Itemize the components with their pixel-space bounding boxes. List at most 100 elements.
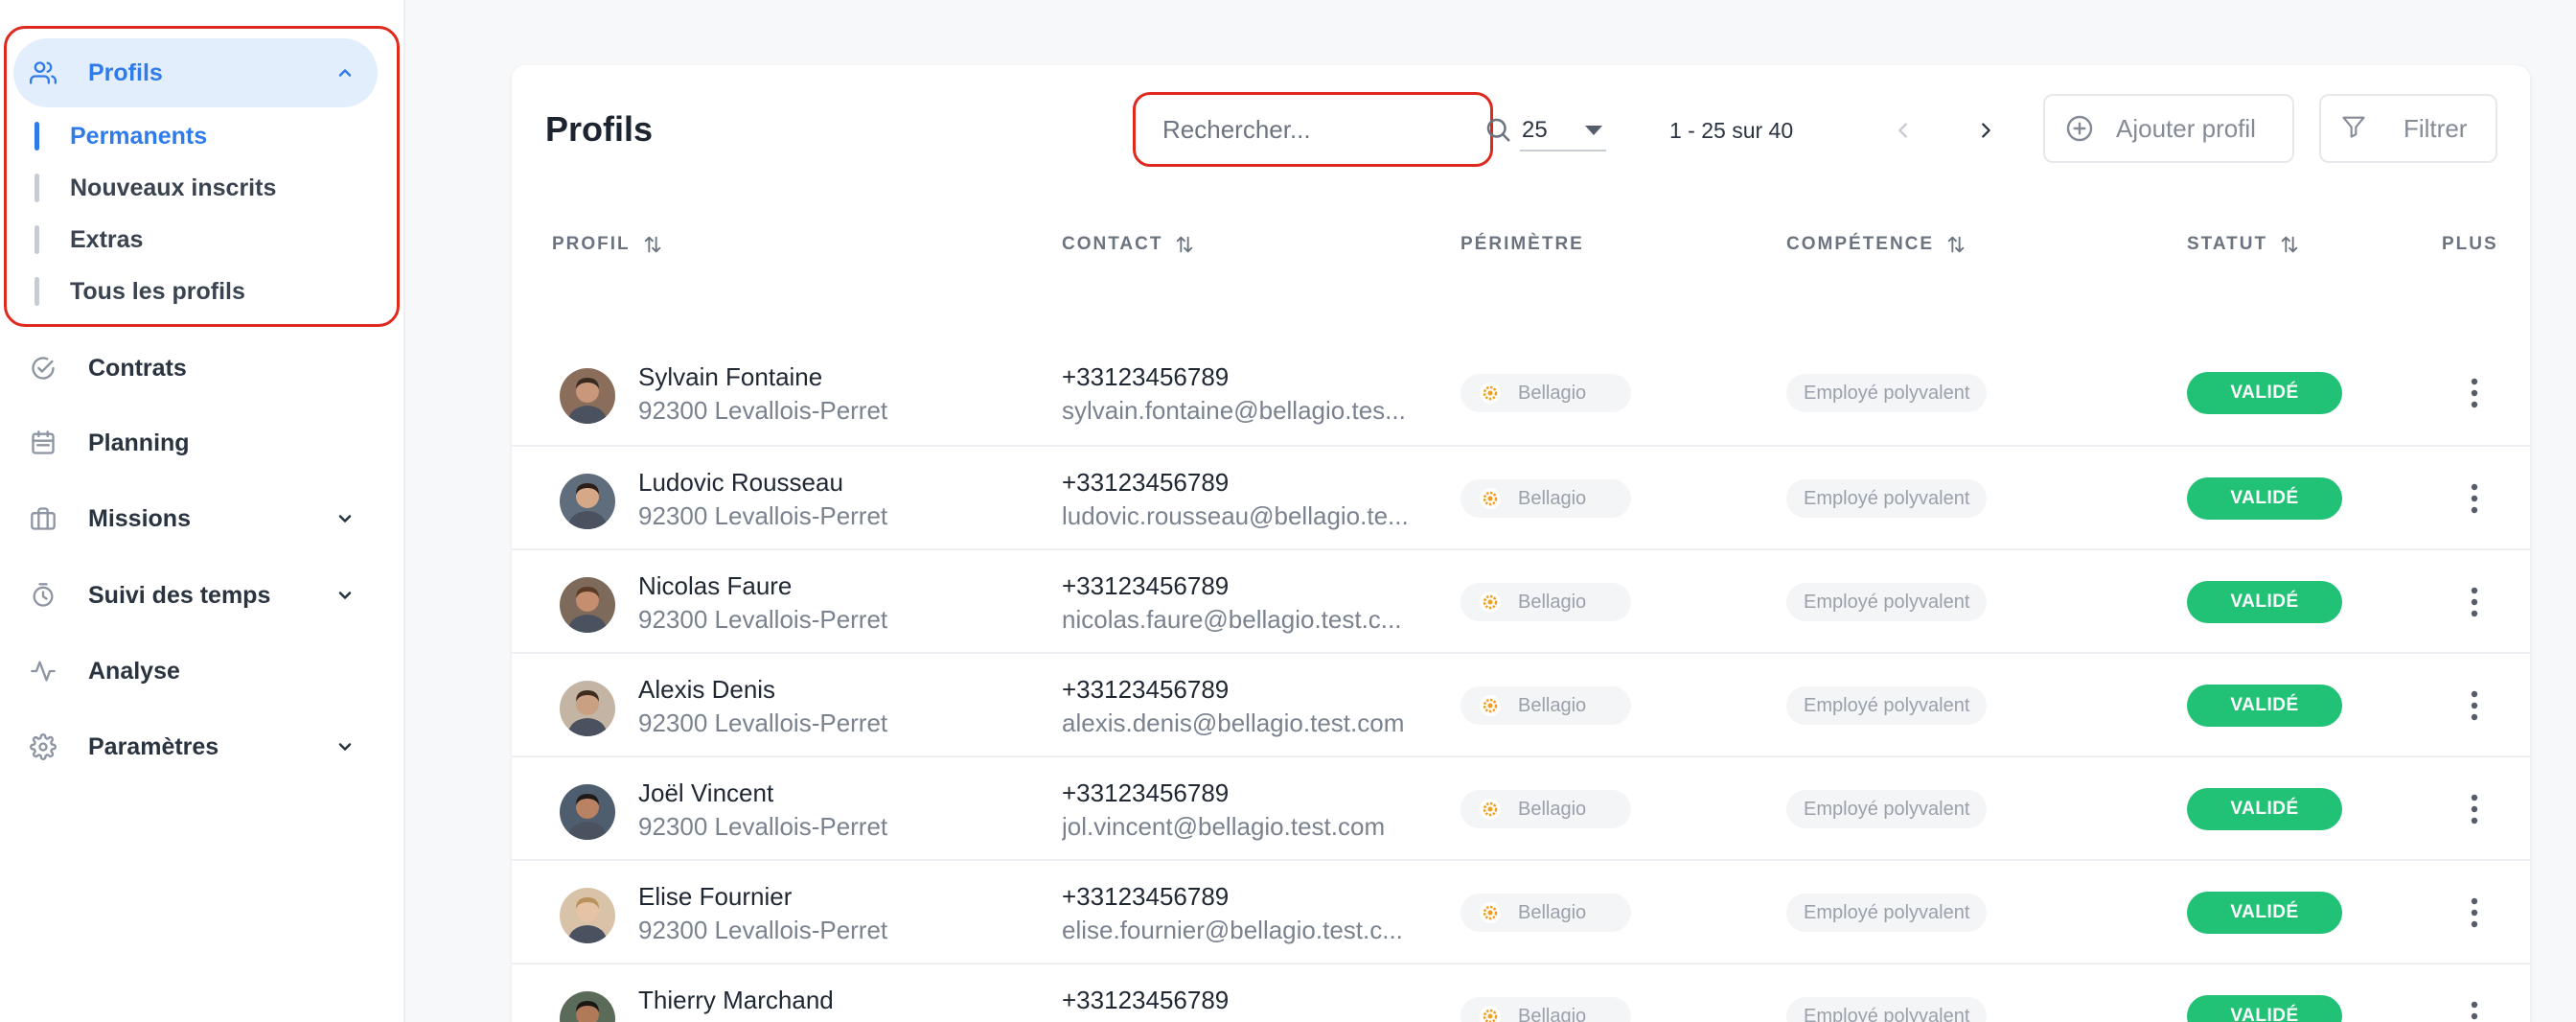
caret-down-icon <box>1585 126 1602 135</box>
kebab-menu-icon <box>2471 587 2478 617</box>
perimeter-chip: Bellagio <box>1460 686 1631 725</box>
profile-address: 92300 Levallois-Perret <box>638 708 888 737</box>
stopwatch-icon <box>29 581 58 610</box>
table-row[interactable]: Sylvain Fontaine 92300 Levallois-Perret … <box>512 341 2530 445</box>
more-options-button[interactable] <box>2455 786 2494 832</box>
more-options-button[interactable] <box>2455 890 2494 936</box>
status-badge: VALIDÉ <box>2187 892 2342 934</box>
profile-address: 92300 Levallois-Perret <box>638 812 888 841</box>
active-indicator <box>34 122 39 151</box>
filter-label: Filtrer <box>2404 113 2468 143</box>
competence-chip: Employé polyvalent <box>1786 997 1988 1022</box>
column-header-competence[interactable]: COMPÉTENCE <box>1786 230 1966 259</box>
profile-name[interactable]: Joël Vincent <box>638 778 773 808</box>
column-title: PROFIL <box>552 234 631 254</box>
kebab-menu-icon <box>2471 483 2478 514</box>
sidebar-subitem-extras[interactable]: Extras <box>34 221 360 259</box>
status-badge: VALIDÉ <box>2187 788 2342 830</box>
profile-name[interactable]: Thierry Marchand <box>638 986 834 1015</box>
more-options-button[interactable] <box>2455 476 2494 522</box>
table-row[interactable]: Thierry Marchand 92300 Levallois-Perret … <box>512 963 2530 1022</box>
search-box[interactable] <box>1133 92 1510 167</box>
next-page-button[interactable] <box>1966 109 2005 151</box>
status-badge: VALIDÉ <box>2187 477 2342 520</box>
contact-phone: +33123456789 <box>1062 882 1230 911</box>
sidebar-item-planning[interactable]: Planning <box>13 408 378 477</box>
table-row[interactable]: Nicolas Faure 92300 Levallois-Perret +33… <box>512 548 2530 652</box>
column-title: PÉRIMÈTRE <box>1460 234 1584 254</box>
indicator-bar <box>34 225 39 254</box>
avatar <box>560 368 615 424</box>
perimeter-label: Bellagio <box>1518 487 1587 509</box>
add-profile-button[interactable]: Ajouter profil <box>2043 94 2294 163</box>
perimeter-chip: Bellagio <box>1460 479 1631 518</box>
search-icon[interactable] <box>1484 115 1512 144</box>
column-header-statut[interactable]: STATUT <box>2187 230 2300 259</box>
settings-icon <box>29 732 58 761</box>
table-row[interactable]: Joël Vincent 92300 Levallois-Perret +331… <box>512 755 2530 859</box>
status-badge: VALIDÉ <box>2187 581 2342 623</box>
sidebar-subitem-tous-les-profils[interactable]: Tous les profils <box>34 272 360 311</box>
column-header-profil[interactable]: PROFIL <box>552 230 663 259</box>
sidebar-item-suivi-des-temps[interactable]: Suivi des temps <box>13 561 378 630</box>
indicator-bar <box>34 174 39 202</box>
chevron-right-icon <box>1982 123 1990 138</box>
perimeter-label: Bellagio <box>1518 382 1587 404</box>
profile-address: 92300 Levallois-Perret <box>638 605 888 634</box>
more-options-button[interactable] <box>2455 683 2494 729</box>
profile-name[interactable]: Nicolas Faure <box>638 571 792 601</box>
avatar <box>560 681 615 736</box>
contact-email: alexis.denis@bellagio.test.com <box>1062 708 1405 737</box>
contact-phone: +33123456789 <box>1062 362 1230 391</box>
bellagio-logo-icon <box>1478 590 1503 615</box>
avatar <box>560 474 615 529</box>
sidebar-item-missions[interactable]: Missions <box>13 484 378 553</box>
sidebar-item-profils[interactable]: Profils <box>13 38 378 107</box>
profile-name[interactable]: Sylvain Fontaine <box>638 362 822 392</box>
sidebar-subitem-nouveaux-inscrits[interactable]: Nouveaux inscrits <box>34 169 360 207</box>
sidebar-item-contrats[interactable]: Contrats <box>13 334 378 403</box>
sort-icon <box>1945 234 1966 255</box>
kebab-menu-icon <box>2471 1001 2478 1020</box>
competence-chip: Employé polyvalent <box>1786 583 1988 621</box>
calendar-icon <box>29 429 58 457</box>
contact-phone: +33123456789 <box>1062 468 1230 497</box>
table-row[interactable]: Alexis Denis 92300 Levallois-Perret +331… <box>512 652 2530 755</box>
page-title: Profils <box>545 109 654 149</box>
column-title: COMPÉTENCE <box>1786 234 1935 254</box>
sort-icon <box>2279 234 2300 255</box>
perimeter-label: Bellagio <box>1518 798 1587 820</box>
competence-chip: Employé polyvalent <box>1786 374 1988 412</box>
search-input[interactable] <box>1162 114 1484 145</box>
subitem-label: Extras <box>70 225 144 253</box>
previous-page-button[interactable] <box>1884 109 1922 151</box>
per-page-select[interactable]: 25 <box>1520 111 1606 151</box>
sidebar: Profils Permanents Nouveaux inscrits Ext… <box>0 0 405 1022</box>
contact-email: jol.vincent@bellagio.test.com <box>1062 812 1386 841</box>
table-row[interactable]: Ludovic Rousseau 92300 Levallois-Perret … <box>512 445 2530 548</box>
sidebar-item-parametres[interactable]: Paramètres <box>13 712 378 781</box>
sidebar-item-analyse[interactable]: Analyse <box>13 637 378 706</box>
more-options-button[interactable] <box>2455 370 2494 416</box>
bellagio-logo-icon <box>1478 1004 1503 1022</box>
column-header-contact[interactable]: CONTACT <box>1062 230 1195 259</box>
filter-button[interactable]: Filtrer <box>2319 94 2497 163</box>
profile-name[interactable]: Alexis Denis <box>638 675 775 705</box>
indicator-bar <box>34 277 39 306</box>
kebab-menu-icon <box>2471 378 2478 408</box>
pagination-range: 1 - 25 sur 40 <box>1669 118 1794 143</box>
profile-name[interactable]: Elise Fournier <box>638 882 792 912</box>
chevron-down-icon <box>334 584 356 607</box>
competence-chip: Employé polyvalent <box>1786 686 1988 725</box>
sidebar-item-label: Planning <box>88 429 190 456</box>
column-header-perimetre: PÉRIMÈTRE <box>1460 230 1584 259</box>
sidebar-item-label: Contrats <box>88 354 187 382</box>
more-options-button[interactable] <box>2455 579 2494 625</box>
check-circle-icon <box>29 354 58 383</box>
sidebar-subitem-permanents[interactable]: Permanents <box>34 117 360 155</box>
bellagio-logo-icon <box>1478 797 1503 822</box>
table-row[interactable]: Elise Fournier 92300 Levallois-Perret +3… <box>512 859 2530 963</box>
more-options-button[interactable] <box>2455 993 2494 1022</box>
perimeter-label: Bellagio <box>1518 1005 1587 1022</box>
profile-name[interactable]: Ludovic Rousseau <box>638 468 843 498</box>
